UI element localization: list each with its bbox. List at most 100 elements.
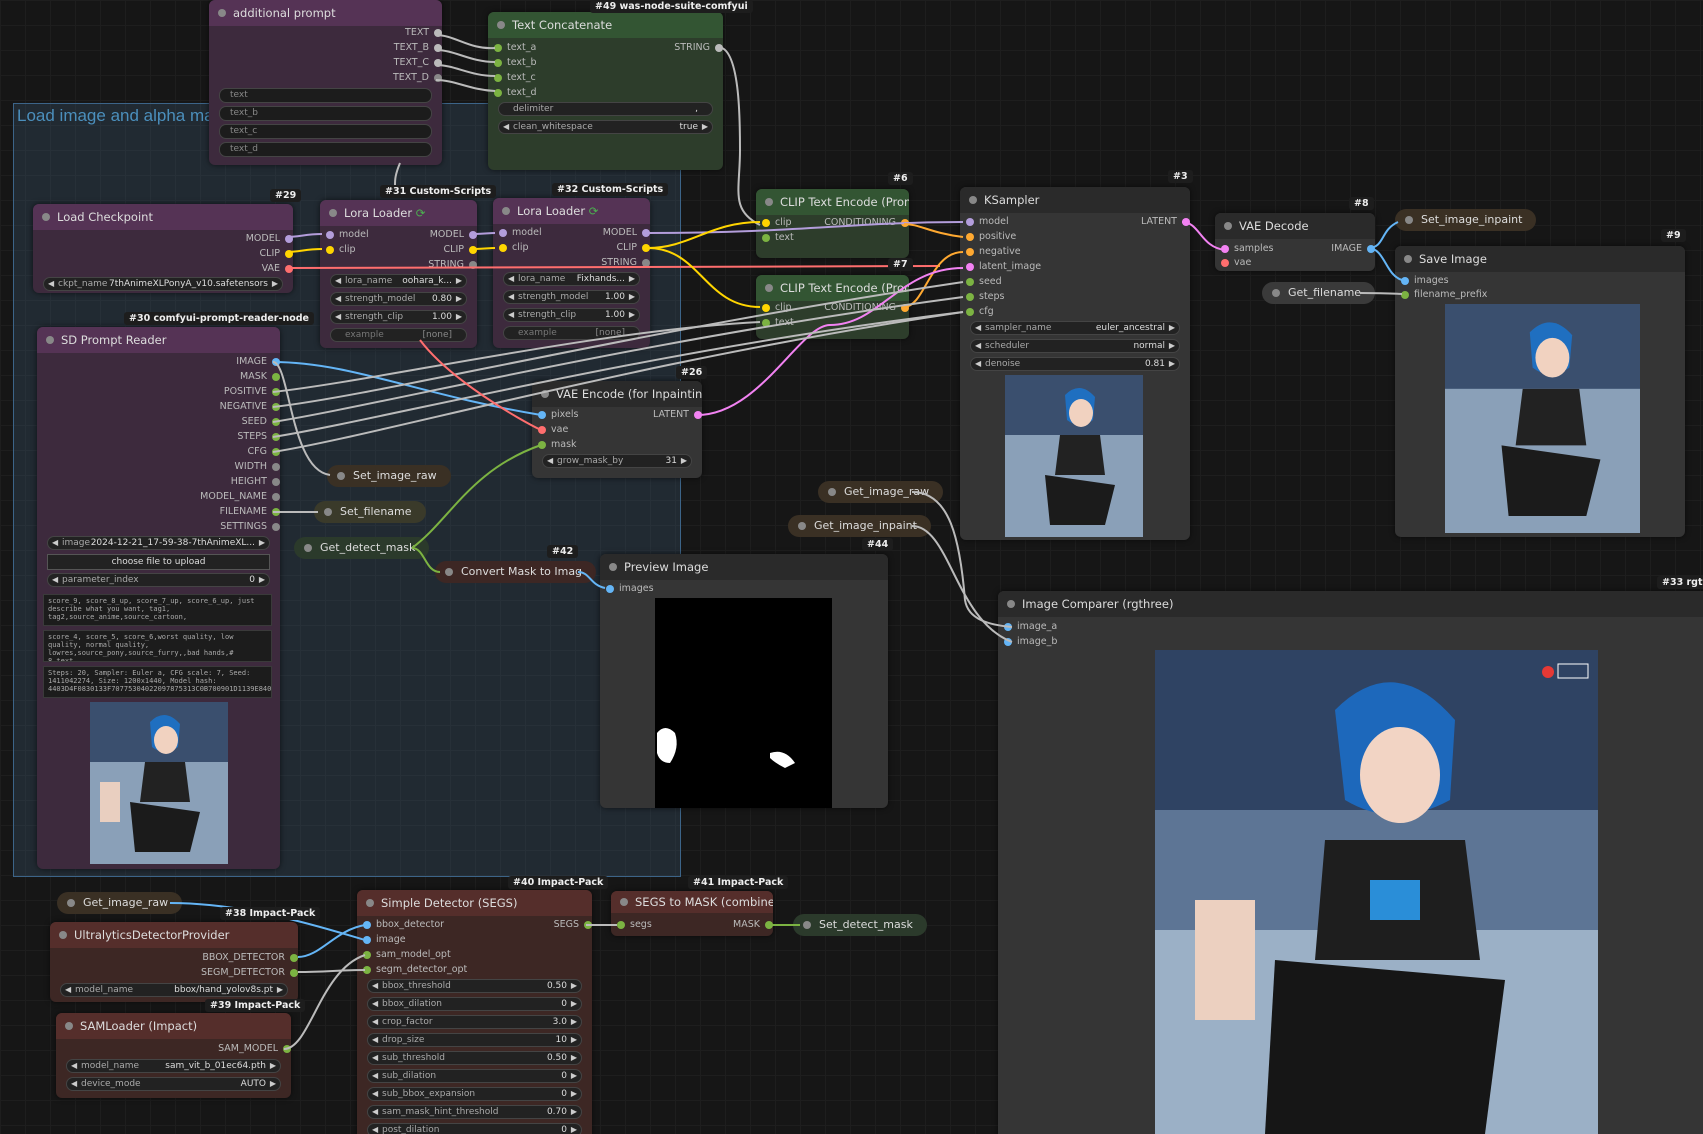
positive-prompt-textarea[interactable]: score_9, score_8_up, score_7_up, score_6… — [43, 594, 272, 626]
node-title[interactable]: CLIP Text Encode (Prompt) — [756, 275, 909, 301]
negative-prompt-textarea[interactable]: score_4, score_5, score_6,worst quality,… — [43, 630, 272, 662]
widget-device-mode[interactable]: ◀ device_mode AUTO ▶ — [66, 1077, 281, 1091]
input-text-a[interactable]: text_a — [494, 42, 536, 54]
input-model[interactable]: model — [966, 216, 1009, 228]
input-filename-prefix[interactable]: filename_prefix — [1401, 289, 1487, 301]
node-vae-encode-inpaint[interactable]: VAE Encode (for Inpainting) pixels vae m… — [532, 381, 702, 478]
node-title[interactable]: Lora Loader ⟳ — [493, 198, 650, 224]
widget-bbox-dilation[interactable]: ◀ bbox_dilation 0 ▶ — [367, 997, 582, 1011]
widget-ckpt-name[interactable]: ◀ ckpt_name 7thAnimeXLPonyA_v10.safetensor… — [43, 277, 283, 291]
node-title[interactable]: KSampler — [960, 187, 1190, 213]
output-text-c[interactable]: TEXT_C — [394, 57, 442, 69]
node-clip-text-encode-positive[interactable]: CLIP Text Encode (Prompt) clip text COND… — [756, 189, 909, 258]
input-text[interactable]: text — [762, 317, 794, 329]
input-image-b[interactable]: image_b — [1004, 636, 1057, 648]
node-text-concatenate[interactable]: Text Concatenate text_a text_b text_c te… — [488, 12, 723, 170]
output-text-b[interactable]: TEXT_B — [394, 42, 442, 54]
output-seed[interactable]: SEED — [242, 416, 280, 428]
widget-denoise[interactable]: ◀ denoise 0.81 ▶ — [970, 357, 1180, 371]
widget-crop-factor[interactable]: ◀ crop_factor 3.0 ▶ — [367, 1015, 582, 1029]
output-height[interactable]: HEIGHT — [231, 476, 280, 488]
reroute-get-image-inpaint[interactable]: Get_image_inpaint — [788, 515, 931, 537]
output-conditioning[interactable]: CONDITIONING — [824, 217, 909, 229]
input-negative[interactable]: negative — [966, 246, 1021, 258]
reroute-get-detect-mask[interactable]: Get_detect_mask — [294, 537, 430, 559]
widget-scheduler[interactable]: ◀ scheduler normal ▶ — [970, 339, 1180, 353]
input-latent-image[interactable]: latent_image — [966, 261, 1041, 273]
widget-sampler-name[interactable]: ◀ sampler_name euler_ancestral ▶ — [970, 321, 1180, 335]
node-title[interactable]: Text Concatenate — [488, 12, 723, 38]
node-vae-decode[interactable]: VAE Decode samples vae IMAGE — [1215, 213, 1375, 271]
input-sam-model-opt[interactable]: sam_model_opt — [363, 949, 451, 961]
input-vae[interactable]: vae — [538, 424, 568, 436]
output-model-name[interactable]: MODEL_NAME — [200, 491, 280, 503]
output-text-d[interactable]: TEXT_D — [393, 72, 442, 84]
input-segm-detector-opt[interactable]: segm_detector_opt — [363, 964, 467, 976]
input-clip[interactable]: clip — [326, 244, 356, 256]
output-model[interactable]: MODEL — [603, 227, 650, 239]
output-model[interactable]: MODEL — [246, 233, 293, 245]
input-text[interactable]: text — [762, 232, 794, 244]
input-images[interactable]: images — [1401, 275, 1449, 287]
output-mask[interactable]: MASK — [240, 371, 280, 383]
node-title[interactable]: Load Checkpoint — [33, 204, 293, 230]
reroute-set-image-raw[interactable]: Set_image_raw — [327, 465, 451, 487]
input-vae[interactable]: vae — [1221, 257, 1251, 269]
widget-sam-model-name[interactable]: ◀ model_name sam_vit_b_01ec64.pth ▶ — [66, 1059, 281, 1073]
widget-post-dilation[interactable]: ◀ post_dilation 0 ▶ — [367, 1123, 582, 1134]
output-clip[interactable]: CLIP — [260, 248, 293, 260]
output-settings[interactable]: SETTINGS — [220, 521, 280, 533]
output-image[interactable]: IMAGE — [1331, 243, 1375, 255]
reroute-set-image-inpaint[interactable]: Set_image_inpaint — [1395, 209, 1537, 231]
widget-delimiter[interactable]: delimiter, — [498, 102, 713, 116]
widget-clean-whitespace[interactable]: ◀ clean_whitespace true ▶ — [498, 120, 713, 134]
settings-textarea[interactable]: Steps: 20, Sampler: Euler a, CFG scale: … — [43, 666, 272, 698]
node-title[interactable]: SEGS to MASK (combined) — [611, 891, 773, 913]
node-title[interactable]: Simple Detector (SEGS) — [357, 890, 592, 916]
widget-sub-bbox-expansion[interactable]: ◀ sub_bbox_expansion 0 ▶ — [367, 1087, 582, 1101]
input-images[interactable]: images — [606, 583, 654, 595]
output-sam-model[interactable]: SAM_MODEL — [218, 1043, 291, 1055]
widget-strength-model[interactable]: ◀ strength_model 0.80 ▶ — [330, 292, 467, 306]
widget-grow-mask-by[interactable]: ◀ grow_mask_by 31 ▶ — [542, 454, 692, 468]
node-image-comparer[interactable]: Image Comparer (rgthree) image_a image_b — [998, 591, 1703, 1134]
output-vae[interactable]: VAE — [262, 263, 293, 275]
output-mask[interactable]: MASK — [733, 919, 773, 931]
node-simple-detector[interactable]: Simple Detector (SEGS) bbox_detector ima… — [357, 890, 592, 1134]
input-clip[interactable]: clip — [762, 217, 792, 229]
node-title[interactable]: CLIP Text Encode (Prompt) — [756, 189, 909, 215]
widget-image[interactable]: ◀ image 2024-12-21_17-59-38-7thAnimeXL... ▶ — [47, 536, 270, 550]
output-clip[interactable]: CLIP — [617, 242, 650, 254]
widget-sub-dilation[interactable]: ◀ sub_dilation 0 ▶ — [367, 1069, 582, 1083]
input-image-a[interactable]: image_a — [1004, 621, 1057, 633]
output-cfg[interactable]: CFG — [248, 446, 280, 458]
widget-lora-name[interactable]: ◀ lora_name oohara_k... ▶ — [330, 274, 467, 288]
widget-parameter-index[interactable]: ◀ parameter_index 0 ▶ — [47, 573, 270, 587]
input-text-d[interactable]: text_d — [219, 142, 432, 157]
input-steps[interactable]: steps — [966, 291, 1005, 303]
node-clip-text-encode-negative[interactable]: CLIP Text Encode (Prompt) clip text COND… — [756, 275, 909, 339]
node-ultralytics-detector[interactable]: UltralyticsDetectorProvider BBOX_DETECTO… — [50, 922, 298, 1002]
node-lora-loader-2[interactable]: Lora Loader ⟳ model clip MODEL CLIP STRI… — [493, 198, 650, 348]
input-image[interactable]: image — [363, 934, 406, 946]
node-title[interactable]: additional prompt — [209, 0, 442, 26]
input-samples[interactable]: samples — [1221, 243, 1274, 255]
node-title[interactable]: VAE Decode — [1215, 213, 1375, 239]
widget-example[interactable]: example [none] — [330, 328, 467, 342]
reroute-get-image-raw-top[interactable]: Get_image_raw — [818, 481, 944, 503]
output-string[interactable]: STRING — [601, 257, 650, 269]
node-title[interactable]: UltralyticsDetectorProvider — [50, 922, 298, 948]
input-cfg[interactable]: cfg — [966, 306, 994, 318]
widget-drop-size[interactable]: ◀ drop_size 10 ▶ — [367, 1033, 582, 1047]
reroute-set-detect-mask[interactable]: Set_detect_mask — [793, 914, 927, 936]
node-load-checkpoint[interactable]: Load Checkpoint MODEL CLIP VAE ◀ ckpt_nam… — [33, 204, 293, 293]
node-additional-prompt[interactable]: additional prompt TEXT TEXT_B TEXT_C TEX… — [209, 0, 442, 165]
input-model[interactable]: model — [326, 229, 369, 241]
widget-lora-name[interactable]: ◀ lora_name Fixhands... ▶ — [503, 272, 640, 286]
node-lora-loader-1[interactable]: Lora Loader ⟳ model clip MODEL CLIP STRI… — [320, 200, 477, 348]
node-ksampler[interactable]: KSampler model positive negative latent_… — [960, 187, 1190, 540]
input-text[interactable]: text — [219, 88, 432, 103]
widget-strength-clip[interactable]: ◀ strength_clip 1.00 ▶ — [503, 308, 640, 322]
input-text-c[interactable]: text_c — [494, 72, 536, 84]
output-negative[interactable]: NEGATIVE — [220, 401, 280, 413]
